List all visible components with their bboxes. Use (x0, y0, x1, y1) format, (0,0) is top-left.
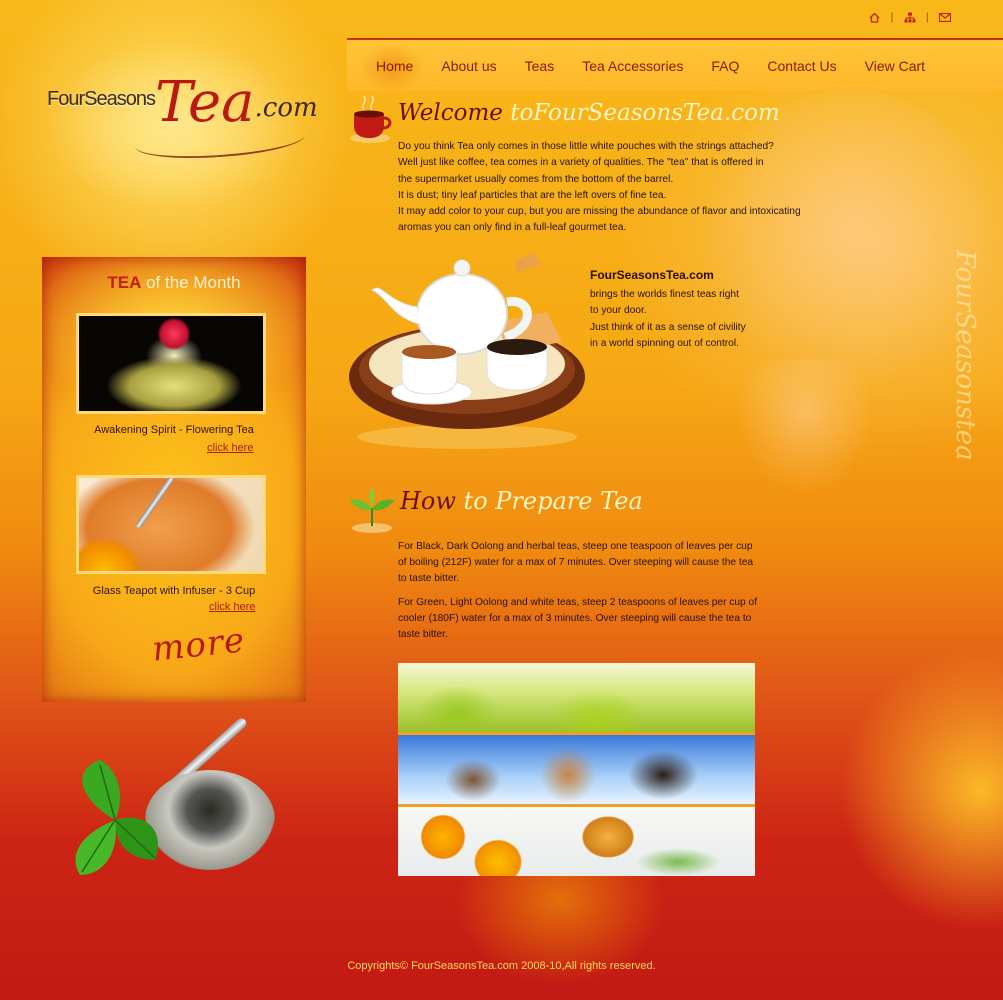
glass-teapot-image[interactable] (76, 475, 266, 574)
nav-view-cart[interactable]: View Cart (865, 58, 925, 74)
promo-line: to your door. (590, 305, 647, 317)
utility-icons: | | (869, 12, 951, 23)
nav-contact-us[interactable]: Contact Us (767, 58, 836, 74)
promo-line: brings the worlds finest teas right (590, 289, 739, 300)
logo-text-fourseasons: FourSeasons (47, 88, 156, 110)
flowering-tea-image[interactable] (76, 313, 266, 414)
mail-icon[interactable] (939, 13, 951, 22)
mint-leaves-image (75, 760, 159, 875)
background-cup-image (740, 360, 870, 490)
logo-text-com: .com (254, 93, 318, 123)
promo-text: brings the worlds finest teas right to y… (590, 287, 790, 352)
sitemap-icon[interactable] (904, 12, 916, 23)
promo-line: Just think of it as a sense of civility (590, 321, 746, 333)
nav-teas[interactable]: Teas (525, 58, 555, 74)
tea-leaves-banner-image (398, 663, 755, 732)
prepare-para-black-tea: For Black, Dark Oolong and herbal teas, … (398, 541, 754, 584)
panel-title: TEA of the Month (107, 273, 241, 292)
welcome-line: the supermarket usually comes from the b… (398, 173, 674, 185)
nav-faq[interactable]: FAQ (711, 58, 739, 74)
infuser-rod (135, 476, 175, 529)
product-name: Glass Teapot with Infuser - 3 Cup (92, 585, 256, 597)
nav-about-us[interactable]: About us (441, 58, 496, 74)
separator: | (890, 12, 894, 23)
tea-of-month-panel: TEA of the Month Awakening Spirit - Flow… (42, 257, 306, 702)
main-nav: Home About us Teas Tea Accessories FAQ C… (347, 38, 1003, 93)
prepare-heading: How to Prepare Tea (400, 487, 643, 515)
prepare-para-green-tea: For Green, Light Oolong and white teas, … (398, 597, 758, 640)
nav-home[interactable]: Home (360, 42, 424, 93)
teacup-icon (350, 95, 392, 143)
welcome-line: Do you think Tea only comes in those lit… (398, 141, 774, 152)
separator: | (925, 12, 929, 23)
promo-line: in a world spinning out of control. (590, 337, 739, 349)
promo-title: FourSeasonsTea.com (590, 268, 714, 282)
nav-tea-accessories[interactable]: Tea Accessories (582, 58, 683, 74)
welcome-line: It is dust; tiny leaf particles that are… (398, 189, 667, 201)
product-name: Awakening Spirit - Flowering Tea (94, 424, 254, 436)
welcome-text: Do you think Tea only comes in those lit… (398, 139, 848, 237)
click-here-link[interactable]: click here (209, 601, 255, 613)
more-link[interactable]: more (150, 620, 247, 670)
teapot-tray-image (349, 252, 585, 449)
welcome-line: It may add color to your cup, but you ar… (398, 206, 801, 218)
leaf-sprout-icon (350, 488, 394, 533)
welcome-line: Well just like coffee, tea comes in a va… (398, 157, 764, 169)
click-here-link[interactable]: click here (207, 442, 253, 454)
tea-bags-banner-image (398, 735, 755, 804)
side-script-watermark: FourSeasonstea (950, 250, 980, 461)
footer-copyright: Copyrights© FourSeasonsTea.com 2008-10,A… (347, 960, 656, 972)
home-icon[interactable] (869, 12, 880, 23)
welcome-line: aromas you can only find in a full-leaf … (398, 222, 627, 234)
oranges-tea-banner-image (398, 807, 755, 876)
welcome-heading: Welcome toFourSeasonsTea.com (398, 100, 780, 126)
